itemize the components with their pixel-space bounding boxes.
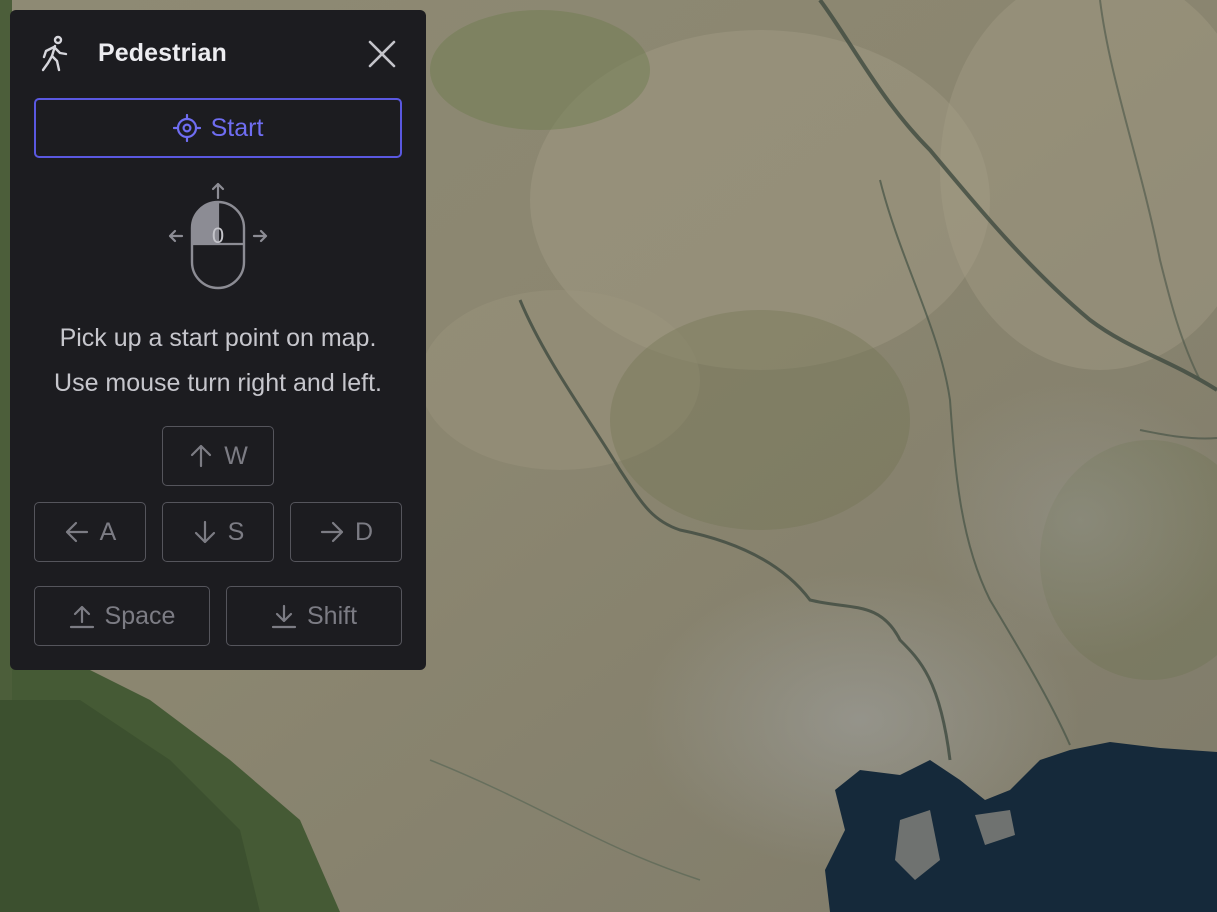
panel-header: Pedestrian xyxy=(10,10,426,96)
panel-title: Pedestrian xyxy=(98,39,227,67)
key-a-left[interactable]: A xyxy=(34,502,146,562)
mouse-digit: 0 xyxy=(212,223,224,248)
arrow-up-bar-icon xyxy=(69,605,94,629)
arrow-up-icon xyxy=(191,444,212,468)
arrow-left-icon xyxy=(65,521,88,543)
key-label: Space xyxy=(104,601,176,630)
key-label: S xyxy=(227,517,245,546)
key-shift-down[interactable]: Shift xyxy=(226,586,402,646)
arrow-down-icon xyxy=(194,520,215,544)
arrow-right-icon xyxy=(320,521,344,543)
start-button[interactable]: Start xyxy=(34,98,402,158)
vegetation-patch xyxy=(610,310,910,530)
walking-person-icon xyxy=(41,35,68,72)
key-label: Shift xyxy=(306,601,358,630)
mouse-drag-icon: 0 xyxy=(168,182,268,290)
key-label: D xyxy=(354,517,374,546)
key-w-forward[interactable]: W xyxy=(162,426,274,486)
pedestrian-panel: Pedestrian Start 0 Pick up a start point… xyxy=(10,10,426,670)
close-button[interactable] xyxy=(364,36,400,72)
key-label: W xyxy=(224,441,248,470)
instructions: Pick up a start point on map. Use mouse … xyxy=(10,316,426,406)
key-s-back[interactable]: S xyxy=(162,502,274,562)
instruction-line: Use mouse turn right and left. xyxy=(54,369,382,397)
vegetation-patch xyxy=(430,10,650,130)
close-icon xyxy=(368,40,396,68)
instruction-line: Pick up a start point on map. xyxy=(59,324,377,352)
key-space-up[interactable]: Space xyxy=(34,586,210,646)
arrow-down-bar-icon xyxy=(271,604,297,629)
key-label: A xyxy=(99,517,117,546)
key-d-right[interactable]: D xyxy=(290,502,402,562)
crosshair-target-icon xyxy=(172,114,201,142)
start-button-label: Start xyxy=(210,113,264,142)
